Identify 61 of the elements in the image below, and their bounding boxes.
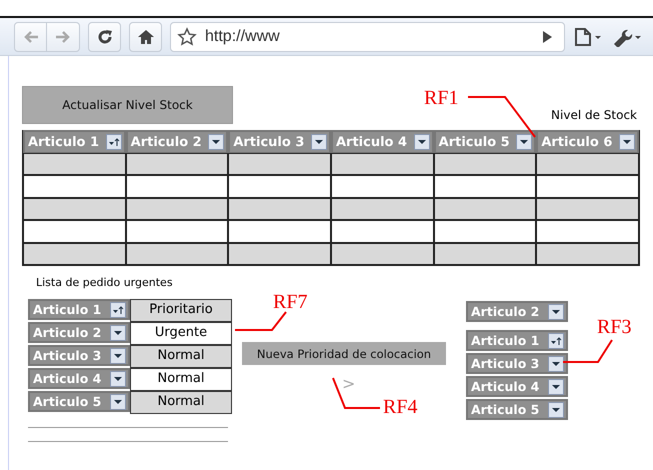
sort-dropdown-icon[interactable]	[106, 134, 122, 150]
article-header[interactable]: Articulo 3	[466, 353, 568, 374]
article-header[interactable]: Articulo 1	[466, 330, 568, 351]
annotation-label: RF7	[273, 292, 308, 312]
dropdown-icon[interactable]	[110, 348, 126, 364]
new-priority-button[interactable]: Nueva Prioridad de colocacion	[242, 342, 446, 365]
dropdown-icon[interactable]	[618, 134, 635, 150]
article-header[interactable]: Articulo 5	[28, 391, 130, 412]
reload-button[interactable]	[88, 22, 121, 52]
address-bar[interactable]: http://www	[170, 22, 565, 52]
home-button[interactable]	[129, 22, 162, 52]
dropdown-icon[interactable]	[548, 402, 564, 418]
leader-line	[235, 311, 287, 331]
leader-line	[468, 96, 536, 138]
home-icon	[136, 28, 154, 46]
page-menu-icon[interactable]	[573, 26, 603, 46]
column-header[interactable]: Articulo 3	[228, 130, 331, 154]
column-header[interactable]: Articulo 1	[23, 130, 126, 154]
arrow-text: >	[342, 374, 356, 393]
dropdown-icon[interactable]	[110, 370, 126, 386]
table-caption: Nivel de Stock	[551, 108, 637, 122]
priority-cell: Normal	[130, 368, 232, 391]
leader-line	[332, 378, 380, 409]
article-header[interactable]: Articulo 2	[28, 322, 130, 343]
column-header[interactable]: Articulo 4	[330, 130, 434, 154]
article-header[interactable]: Articulo 5	[466, 399, 568, 420]
annotation-label: RF4	[383, 397, 418, 417]
list-title: Lista de pedido urgentes	[36, 276, 174, 289]
update-stock-button[interactable]: Actualisar Nivel Stock	[22, 86, 233, 124]
leader-line	[563, 339, 613, 363]
sort-dropdown-icon[interactable]	[110, 302, 126, 318]
dropdown-icon[interactable]	[548, 378, 564, 394]
annotation-label: RF3	[597, 317, 632, 337]
article-header[interactable]: Articulo 2	[466, 301, 568, 322]
priority-cell: Normal	[130, 391, 232, 414]
url-text: http://www	[205, 28, 281, 46]
dropdown-icon[interactable]	[208, 134, 224, 150]
play-icon[interactable]	[540, 28, 554, 44]
dropdown-icon[interactable]	[548, 304, 564, 320]
reload-icon	[96, 28, 114, 46]
dropdown-icon[interactable]	[414, 134, 430, 150]
article-header[interactable]: Articulo 4	[466, 376, 568, 397]
dropdown-icon[interactable]	[310, 134, 327, 150]
article-header[interactable]: Articulo 1	[28, 299, 130, 320]
dropdown-icon[interactable]	[548, 356, 564, 372]
priority-cell: Prioritario	[130, 299, 232, 322]
article-header[interactable]: Articulo 3	[28, 345, 130, 366]
dropdown-icon[interactable]	[110, 324, 126, 340]
priority-cell: Normal	[130, 345, 232, 368]
annotation-label: RF1	[424, 88, 458, 108]
dropdown-icon[interactable]	[516, 134, 532, 150]
star-icon	[177, 26, 197, 46]
column-header[interactable]: Articulo 6	[536, 130, 639, 154]
back-arrow-icon	[22, 28, 40, 44]
priority-cell: Urgente	[130, 322, 232, 345]
forward-arrow-icon	[54, 28, 72, 44]
article-header[interactable]: Articulo 4	[28, 368, 130, 389]
column-header[interactable]: Articulo 5	[434, 130, 536, 154]
column-header[interactable]: Articulo 2	[126, 130, 228, 154]
sort-dropdown-icon[interactable]	[548, 332, 564, 348]
dropdown-icon[interactable]	[110, 394, 126, 410]
